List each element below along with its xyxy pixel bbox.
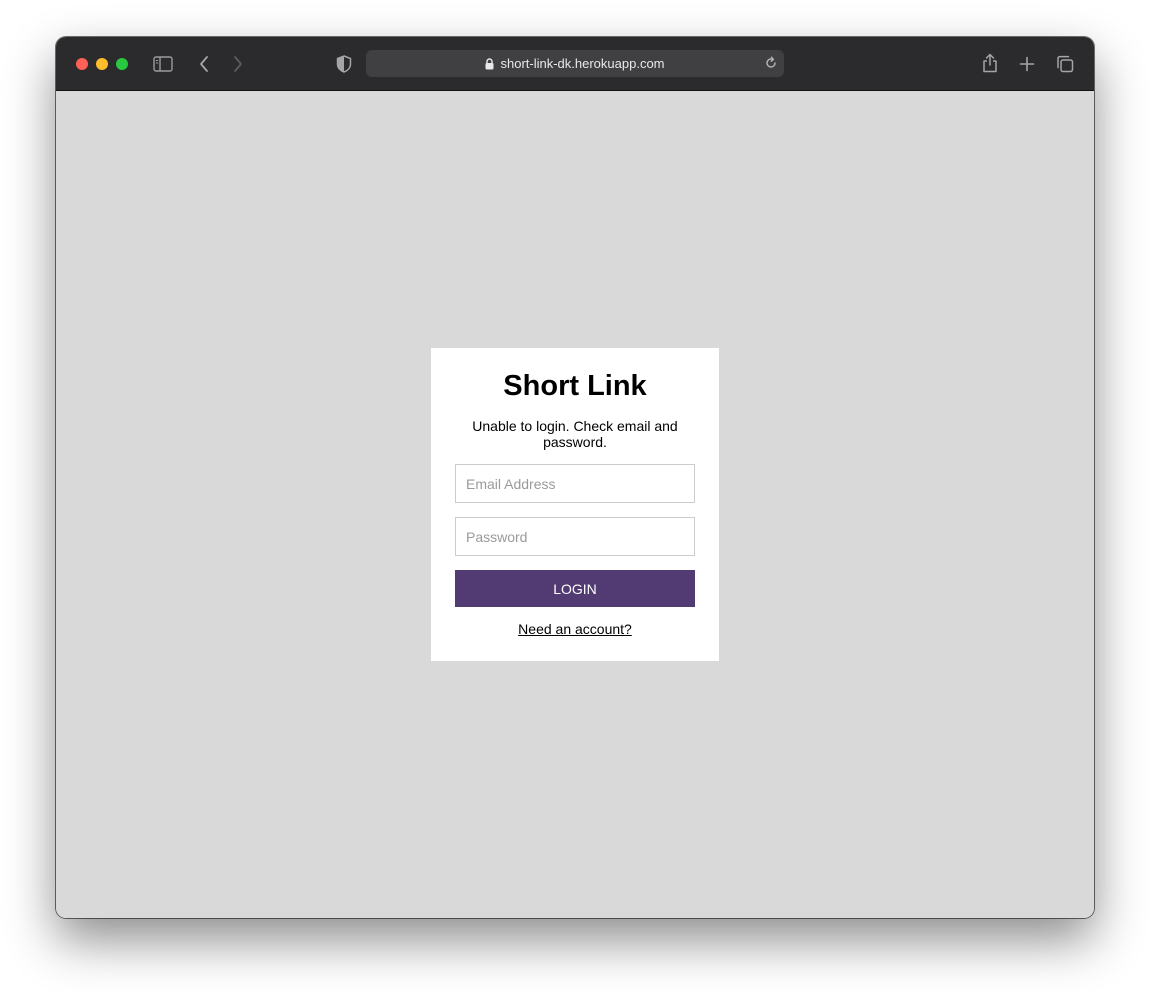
email-field[interactable] (455, 464, 695, 503)
browser-window: short-link-dk.herokuapp.com Short Link U… (56, 37, 1094, 918)
share-icon[interactable] (982, 52, 998, 74)
fullscreen-window-button[interactable] (116, 58, 128, 70)
page-content: Short Link Unable to login. Check email … (56, 91, 1094, 918)
back-arrow-icon[interactable] (198, 53, 210, 75)
login-error-message: Unable to login. Check email and passwor… (472, 418, 678, 450)
privacy-shield-icon[interactable] (336, 53, 352, 75)
new-tab-plus-icon[interactable] (1019, 53, 1035, 75)
browser-toolbar: short-link-dk.herokuapp.com (56, 37, 1094, 91)
need-account-link[interactable]: Need an account? (431, 621, 719, 637)
forward-arrow-icon[interactable] (232, 53, 244, 75)
reload-icon[interactable] (764, 56, 778, 73)
login-button[interactable]: LOGIN (455, 570, 695, 607)
password-field[interactable] (455, 517, 695, 556)
sidebar-icon[interactable] (153, 53, 173, 75)
lock-icon (485, 57, 494, 70)
address-bar[interactable]: short-link-dk.herokuapp.com (366, 50, 784, 77)
page-title: Short Link (503, 370, 647, 402)
login-card: Short Link Unable to login. Check email … (431, 348, 719, 661)
minimize-window-button[interactable] (96, 58, 108, 70)
url-text: short-link-dk.herokuapp.com (500, 56, 665, 71)
tab-overview-icon[interactable] (1056, 53, 1074, 75)
close-window-button[interactable] (76, 58, 88, 70)
